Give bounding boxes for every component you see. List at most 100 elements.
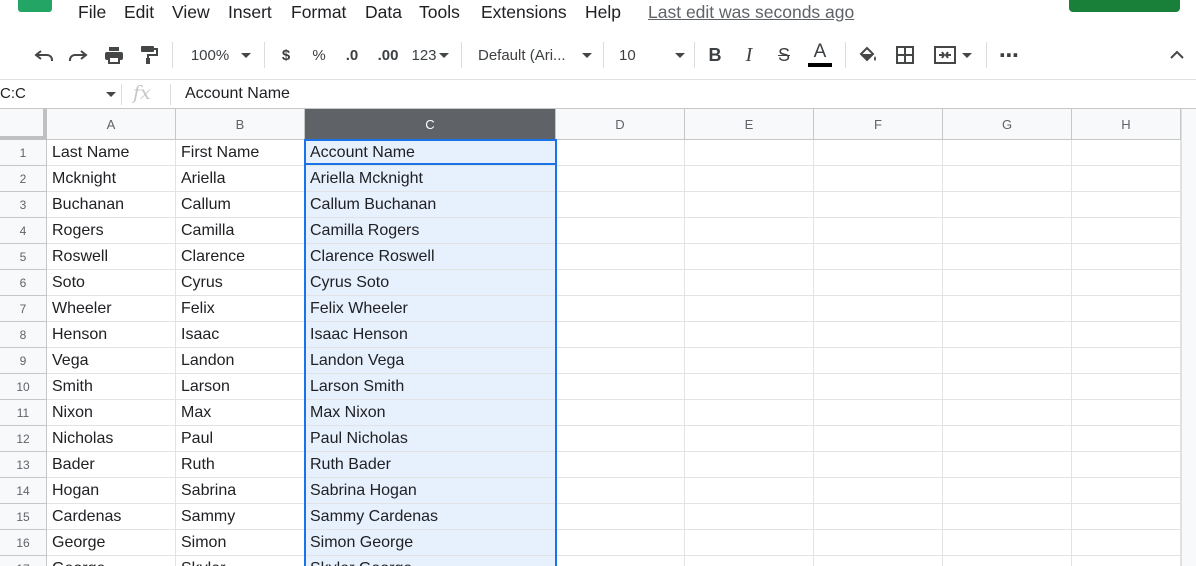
cell-c12[interactable]: Paul Nicholas bbox=[305, 426, 556, 452]
decrease-decimal-button[interactable]: .0 bbox=[340, 41, 364, 69]
cell-f1[interactable] bbox=[814, 140, 943, 166]
column-header-c[interactable]: C bbox=[305, 109, 556, 140]
cell-h16[interactable] bbox=[1072, 530, 1181, 556]
row-header[interactable]: 9 bbox=[0, 348, 47, 374]
cell-c17[interactable]: Skyler George bbox=[305, 556, 556, 566]
row-header[interactable]: 14 bbox=[0, 478, 47, 504]
bold-button[interactable]: B bbox=[704, 41, 726, 69]
cell-b16[interactable]: Simon bbox=[176, 530, 305, 556]
column-header-g[interactable]: G bbox=[943, 109, 1072, 140]
cell-d13[interactable] bbox=[556, 452, 685, 478]
italic-button[interactable]: I bbox=[738, 41, 760, 69]
cell-h2[interactable] bbox=[1072, 166, 1181, 192]
cell-b10[interactable]: Larson bbox=[176, 374, 305, 400]
cell-b1[interactable]: First Name bbox=[176, 140, 305, 166]
cell-f3[interactable] bbox=[814, 192, 943, 218]
redo-icon[interactable] bbox=[66, 41, 90, 69]
cell-b3[interactable]: Callum bbox=[176, 192, 305, 218]
cell-e11[interactable] bbox=[685, 400, 814, 426]
share-button[interactable] bbox=[1069, 0, 1180, 12]
cell-c4[interactable]: Camilla Rogers bbox=[305, 218, 556, 244]
cell-g13[interactable] bbox=[943, 452, 1072, 478]
cell-e8[interactable] bbox=[685, 322, 814, 348]
cell-e17[interactable] bbox=[685, 556, 814, 566]
cell-b9[interactable]: Landon bbox=[176, 348, 305, 374]
text-color-button[interactable]: A bbox=[806, 41, 834, 69]
cell-c8[interactable]: Isaac Henson bbox=[305, 322, 556, 348]
cell-f14[interactable] bbox=[814, 478, 943, 504]
cell-g4[interactable] bbox=[943, 218, 1072, 244]
increase-decimal-button[interactable]: .00 bbox=[374, 41, 402, 69]
row-header[interactable]: 2 bbox=[0, 166, 47, 192]
cell-f5[interactable] bbox=[814, 244, 943, 270]
cell-d4[interactable] bbox=[556, 218, 685, 244]
cell-f16[interactable] bbox=[814, 530, 943, 556]
cell-e2[interactable] bbox=[685, 166, 814, 192]
cell-a3[interactable]: Buchanan bbox=[47, 192, 176, 218]
row-header[interactable]: 3 bbox=[0, 192, 47, 218]
cell-h1[interactable] bbox=[1072, 140, 1181, 166]
cell-e4[interactable] bbox=[685, 218, 814, 244]
cell-a8[interactable]: Henson bbox=[47, 322, 176, 348]
cell-e12[interactable] bbox=[685, 426, 814, 452]
column-header-h[interactable]: H bbox=[1072, 109, 1181, 140]
cell-h15[interactable] bbox=[1072, 504, 1181, 530]
cell-c13[interactable]: Ruth Bader bbox=[305, 452, 556, 478]
cell-c6[interactable]: Cyrus Soto bbox=[305, 270, 556, 296]
column-header-a[interactable]: A bbox=[47, 109, 176, 140]
zoom-select[interactable]: 100% bbox=[186, 41, 256, 69]
cell-e9[interactable] bbox=[685, 348, 814, 374]
menu-format[interactable]: Format bbox=[291, 1, 346, 23]
sheets-logo-icon[interactable] bbox=[18, 0, 52, 12]
cell-a4[interactable]: Rogers bbox=[47, 218, 176, 244]
font-family-select[interactable]: Default (Ari... bbox=[478, 41, 592, 69]
cell-b8[interactable]: Isaac bbox=[176, 322, 305, 348]
cell-e14[interactable] bbox=[685, 478, 814, 504]
cell-d9[interactable] bbox=[556, 348, 685, 374]
borders-icon[interactable] bbox=[893, 41, 917, 69]
cell-f15[interactable] bbox=[814, 504, 943, 530]
cell-f17[interactable] bbox=[814, 556, 943, 566]
print-icon[interactable] bbox=[102, 41, 126, 69]
font-size-select[interactable]: 10 bbox=[619, 41, 685, 69]
cell-d11[interactable] bbox=[556, 400, 685, 426]
cell-g17[interactable] bbox=[943, 556, 1072, 566]
cell-h11[interactable] bbox=[1072, 400, 1181, 426]
cell-d17[interactable] bbox=[556, 556, 685, 566]
name-box[interactable]: C:C bbox=[0, 80, 118, 108]
cell-a13[interactable]: Bader bbox=[47, 452, 176, 478]
cell-e6[interactable] bbox=[685, 270, 814, 296]
percent-format-button[interactable]: % bbox=[309, 41, 329, 69]
cell-d5[interactable] bbox=[556, 244, 685, 270]
cell-h7[interactable] bbox=[1072, 296, 1181, 322]
cell-a1[interactable]: Last Name bbox=[47, 140, 176, 166]
cell-c2[interactable]: Ariella Mcknight bbox=[305, 166, 556, 192]
paint-format-icon[interactable] bbox=[137, 41, 161, 69]
cell-b17[interactable]: Skyler bbox=[176, 556, 305, 566]
cell-g6[interactable] bbox=[943, 270, 1072, 296]
cell-h14[interactable] bbox=[1072, 478, 1181, 504]
column-header-d[interactable]: D bbox=[556, 109, 685, 140]
cell-g1[interactable] bbox=[943, 140, 1072, 166]
cell-f2[interactable] bbox=[814, 166, 943, 192]
cell-b11[interactable]: Max bbox=[176, 400, 305, 426]
row-header[interactable]: 8 bbox=[0, 322, 47, 348]
collapse-menus-icon[interactable] bbox=[1166, 41, 1188, 69]
row-header[interactable]: 15 bbox=[0, 504, 47, 530]
cell-f10[interactable] bbox=[814, 374, 943, 400]
row-header[interactable]: 7 bbox=[0, 296, 47, 322]
cell-b2[interactable]: Ariella bbox=[176, 166, 305, 192]
cell-a6[interactable]: Soto bbox=[47, 270, 176, 296]
cell-f13[interactable] bbox=[814, 452, 943, 478]
cell-d15[interactable] bbox=[556, 504, 685, 530]
cell-f12[interactable] bbox=[814, 426, 943, 452]
cell-b14[interactable]: Sabrina bbox=[176, 478, 305, 504]
cell-g14[interactable] bbox=[943, 478, 1072, 504]
cell-g8[interactable] bbox=[943, 322, 1072, 348]
cell-d8[interactable] bbox=[556, 322, 685, 348]
cell-d12[interactable] bbox=[556, 426, 685, 452]
cell-f9[interactable] bbox=[814, 348, 943, 374]
cell-b15[interactable]: Sammy bbox=[176, 504, 305, 530]
vertical-scrollbar[interactable] bbox=[1181, 109, 1196, 566]
cell-g5[interactable] bbox=[943, 244, 1072, 270]
